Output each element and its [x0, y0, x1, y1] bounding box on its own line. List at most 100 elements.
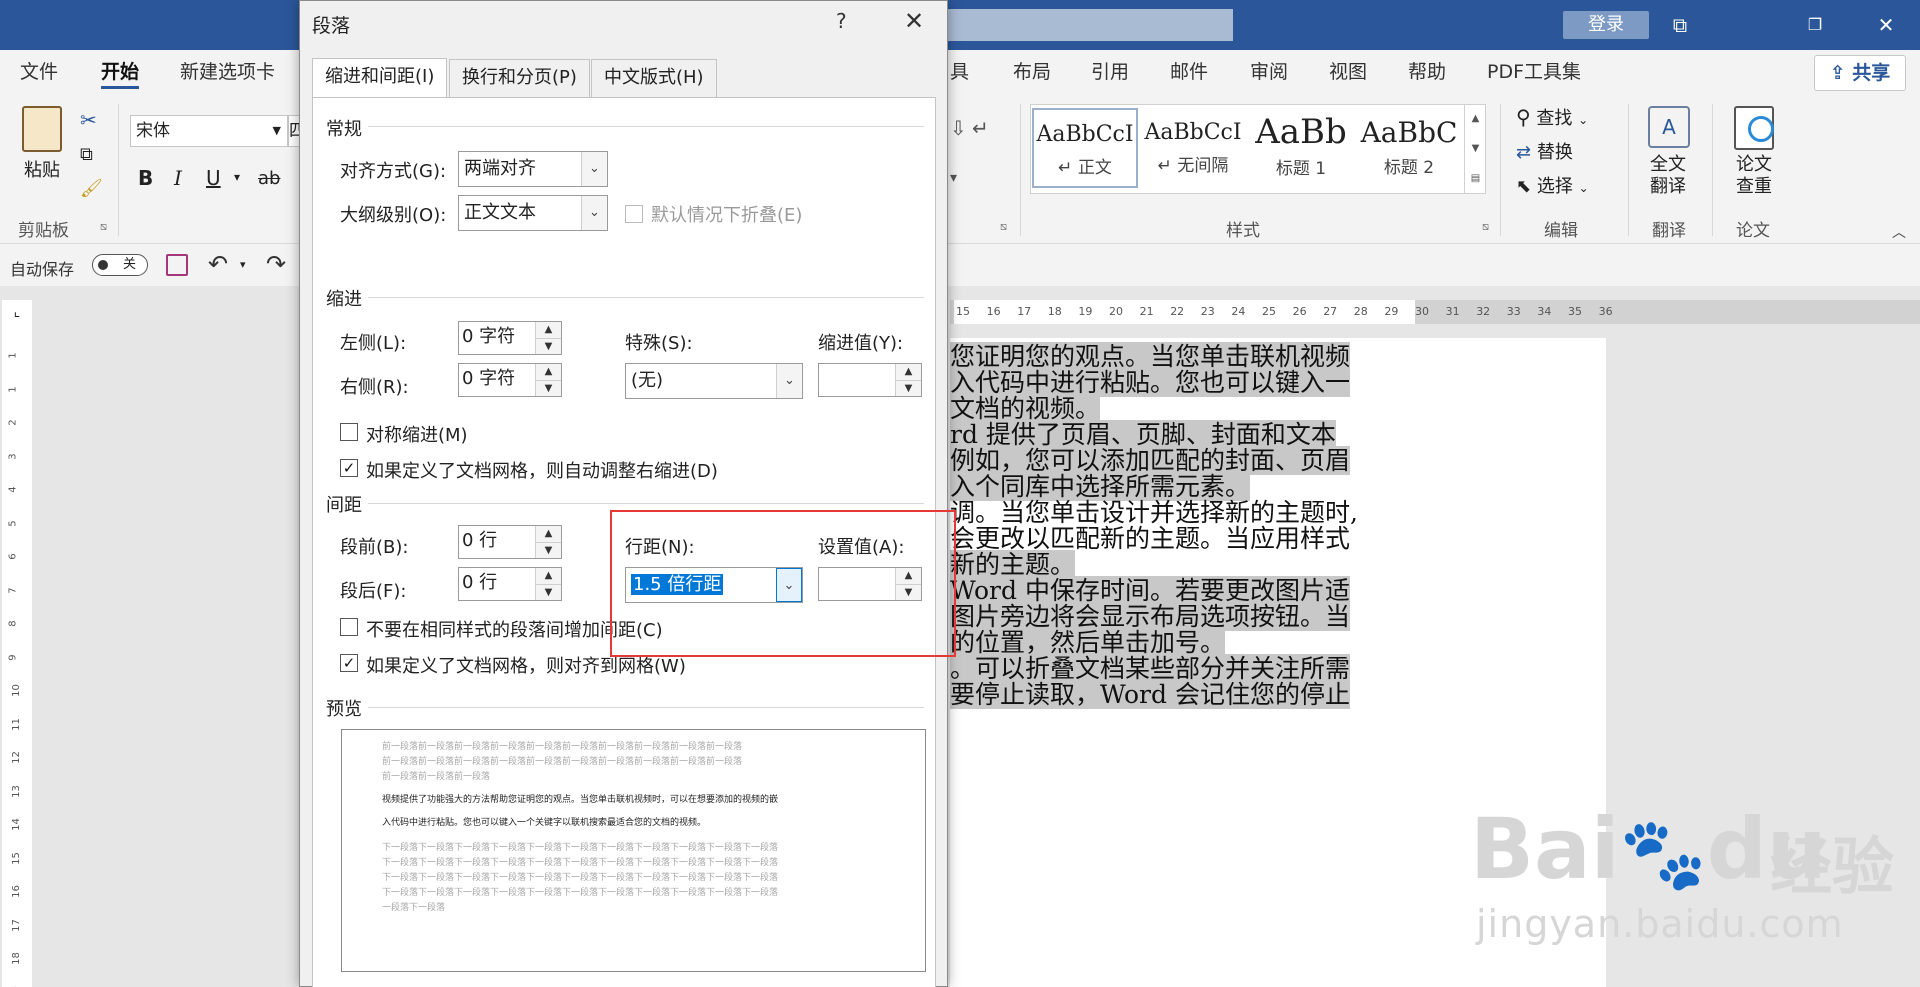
auto-adjust-indent-checkbox[interactable]: ✓	[340, 459, 358, 477]
show-marks-icon[interactable]: ↵	[972, 116, 989, 140]
save-icon[interactable]	[166, 254, 188, 276]
tab-pdf-tools[interactable]: PDF工具集	[1487, 50, 1581, 94]
format-painter-icon[interactable]: 🖌	[80, 178, 103, 199]
tab-view[interactable]: 视图	[1329, 50, 1367, 94]
select-button[interactable]: ⬉ 选择 ⌄	[1516, 172, 1589, 198]
style-heading-1[interactable]: AaBb 标题 1	[1248, 108, 1354, 188]
spin-up-icon[interactable]: ▲	[536, 364, 561, 380]
spin-down-icon[interactable]: ▼	[896, 380, 921, 396]
paper-check-button[interactable]: 论文 查重	[1736, 154, 1772, 198]
paste-button[interactable]: 粘贴	[24, 156, 60, 182]
collapse-default-checkbox[interactable]	[625, 205, 643, 223]
spin-down-icon[interactable]: ▼	[536, 338, 561, 354]
share-button[interactable]: ⇪ 共享	[1814, 55, 1906, 91]
spin-down-icon[interactable]: ▼	[536, 584, 561, 600]
title-search-box[interactable]	[948, 9, 1233, 41]
indent-left-spinner[interactable]: 0 字符 ▲ ▼	[458, 321, 562, 355]
outline-level-combo[interactable]: 正文文本 ⌄	[458, 195, 608, 231]
tab-new[interactable]: 新建选项卡	[180, 50, 275, 94]
indent-value-spinner[interactable]: ▲ ▼	[818, 363, 922, 397]
spacing-before-spinner[interactable]: 0 行 ▲ ▼	[458, 525, 562, 559]
ruler-tick-label: 3	[7, 452, 19, 460]
collapse-ribbon-icon[interactable]: ︿	[1892, 222, 1906, 242]
redo-icon[interactable]: ↷	[266, 250, 286, 278]
restore-icon[interactable]: ❐	[1785, 0, 1845, 50]
ruler-tick-label: 17	[1017, 305, 1032, 318]
undo-dropdown-icon[interactable]: ▾	[240, 258, 246, 271]
styles-launcher-icon[interactable]: ⧅	[1482, 220, 1489, 234]
underline-dropdown-icon[interactable]: ▾	[234, 170, 240, 184]
chevron-down-icon: ⌄	[776, 364, 802, 398]
chevron-down-icon: ⌄	[581, 196, 607, 230]
ruler-tick-label: 22	[1170, 305, 1185, 318]
style-normal[interactable]: AaBbCcI ↵ 正文	[1032, 108, 1138, 188]
mirror-indent-checkbox[interactable]	[340, 423, 358, 441]
indent-right-spinner[interactable]: 0 字符 ▲ ▼	[458, 363, 562, 397]
font-size-combo[interactable]: 四	[288, 115, 299, 147]
tab-selector-icon[interactable]: ⌞	[2, 300, 32, 324]
cut-icon[interactable]: ✂	[80, 108, 97, 132]
paragraph-launcher-icon[interactable]: ⧅	[1000, 220, 1007, 234]
close-icon[interactable]: ✕	[904, 7, 924, 35]
find-button[interactable]: ⚲ 查找 ⌄	[1516, 104, 1588, 130]
italic-button[interactable]: I	[174, 166, 182, 190]
ruler-tick-label: 15	[956, 305, 970, 318]
no-space-same-style-checkbox[interactable]	[340, 618, 358, 636]
special-indent-combo[interactable]: (无) ⌄	[625, 363, 803, 399]
spacing-after-spinner[interactable]: 0 行 ▲ ▼	[458, 567, 562, 601]
tab-line-page-breaks[interactable]: 换行和分页(P)	[449, 59, 590, 97]
full-translate-button[interactable]: 全文 翻译	[1650, 154, 1686, 198]
style-no-spacing[interactable]: AaBbCcI ↵ 无间隔	[1140, 108, 1246, 188]
replace-button[interactable]: ⇄ 替换	[1516, 138, 1573, 164]
autosave-toggle[interactable]: 关	[92, 254, 148, 276]
underline-button[interactable]: U	[206, 166, 221, 190]
font-name-combo[interactable]: 宋体 ▼	[130, 115, 288, 147]
document-line: 会更改以匹配新的主题。当应用样式	[950, 526, 1350, 552]
section-divider	[368, 297, 924, 298]
login-button[interactable]: 登录	[1563, 11, 1649, 39]
ruler-tick-label: 28	[1353, 305, 1368, 318]
section-divider	[368, 503, 924, 504]
ribbon-display-icon[interactable]: ⧉	[1650, 0, 1710, 50]
spin-up-icon[interactable]: ▲	[536, 526, 561, 542]
tab-mailings[interactable]: 邮件	[1170, 50, 1208, 94]
ruler-tick-label: 4	[7, 486, 19, 493]
preview-line: 下一段落下一段落下一段落下一段落下一段落下一段落下一段落下一段落下一段落下一段落…	[382, 858, 779, 868]
tab-references[interactable]: 引用	[1091, 50, 1129, 94]
help-icon[interactable]: ?	[836, 9, 847, 33]
clipboard-launcher-icon[interactable]: ⧅	[100, 220, 107, 234]
snap-to-grid-checkbox[interactable]: ✓	[340, 654, 358, 672]
spin-down-icon[interactable]: ▼	[536, 542, 561, 558]
document-line-text: 您证明您的观点。当您单击联机视频	[950, 342, 1351, 371]
sort-icon[interactable]: ⇩	[950, 116, 967, 140]
strikethrough-button[interactable]: ab	[258, 168, 280, 189]
alignment-combo[interactable]: 两端对齐 ⌄	[458, 151, 608, 187]
tab-home[interactable]: 开始	[101, 50, 140, 94]
chevron-down-icon: ⌄	[1578, 181, 1589, 195]
chevron-up-icon[interactable]: ▲	[1472, 113, 1480, 124]
tab-help[interactable]: 帮助	[1408, 50, 1446, 94]
tab-asian-typography[interactable]: 中文版式(H)	[591, 59, 717, 97]
spin-down-icon[interactable]: ▼	[536, 380, 561, 396]
styles-scroll[interactable]: ▲ ▼ ▤	[1464, 104, 1486, 194]
tab-file[interactable]: 文件	[20, 50, 58, 94]
border-dropdown-icon[interactable]: ▾	[950, 170, 957, 186]
spin-up-icon[interactable]: ▲	[536, 322, 561, 338]
spin-up-icon[interactable]: ▲	[536, 568, 561, 584]
bold-button[interactable]: B	[138, 166, 153, 190]
section-general-title: 常规	[326, 119, 362, 140]
outline-level-label: 大纲级别(O):	[340, 205, 447, 226]
copy-icon[interactable]: ⧉	[80, 144, 93, 165]
watermark-url: jingyan.baidu.com	[1476, 902, 1844, 946]
style-heading-2[interactable]: AaBbC 标题 2	[1356, 108, 1462, 188]
undo-icon[interactable]: ↶	[208, 250, 228, 278]
chevron-down-icon[interactable]: ▼	[1472, 143, 1480, 154]
spin-up-icon[interactable]: ▲	[896, 364, 921, 380]
tab-indent-spacing[interactable]: 缩进和间距(I)	[312, 58, 448, 98]
preview-line: 前一段落前一段落前一段落	[382, 772, 491, 782]
more-styles-icon[interactable]: ▤	[1471, 173, 1480, 184]
tab-tools-partial[interactable]: 具	[950, 50, 969, 94]
tab-review[interactable]: 审阅	[1250, 50, 1288, 94]
tab-layout[interactable]: 布局	[1013, 50, 1051, 94]
close-window-icon[interactable]: ✕	[1856, 0, 1916, 50]
